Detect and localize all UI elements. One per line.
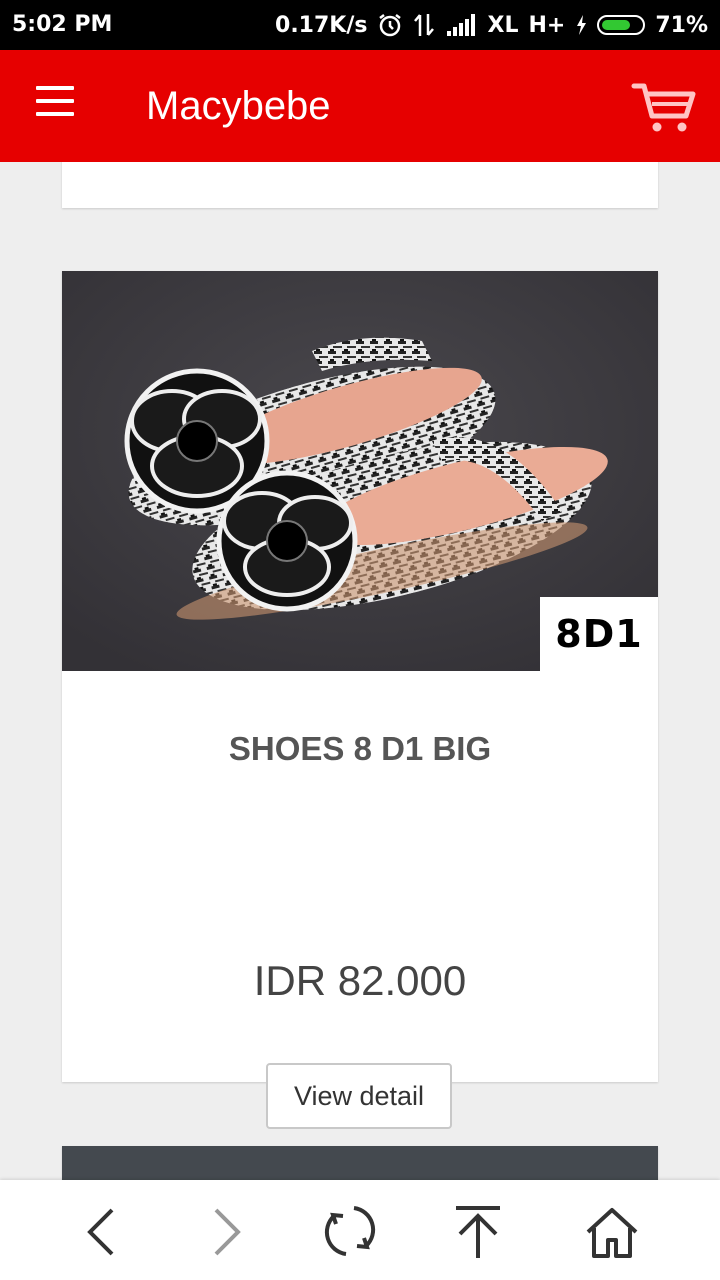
forward-icon[interactable] — [196, 1202, 256, 1262]
sku-label: 8D1 — [540, 597, 658, 671]
status-time: 5:02 PM — [12, 12, 113, 37]
menu-icon[interactable] — [32, 86, 80, 126]
charging-icon — [575, 14, 587, 36]
refresh-icon[interactable] — [320, 1202, 380, 1262]
app-bar: Macybebe — [0, 50, 720, 162]
back-icon[interactable] — [72, 1202, 132, 1262]
status-icons: 0.17K/s XL H+ 71% — [275, 12, 708, 38]
product-price: IDR 82.000 — [253, 957, 467, 1004]
signal-icon — [445, 13, 477, 37]
scroll-top-icon[interactable] — [448, 1202, 508, 1262]
cart-icon[interactable] — [630, 80, 700, 136]
product-image[interactable]: 8D1 — [62, 271, 658, 671]
app-title: Macybebe — [146, 84, 331, 128]
view-detail-button[interactable]: View detail — [266, 1063, 452, 1129]
product-list[interactable]: 8D1 SHOES 8 D1 BIG IDR 82.000 View detai… — [0, 162, 720, 1180]
battery-percent: 71% — [655, 12, 708, 38]
home-icon[interactable] — [582, 1202, 642, 1262]
status-bar: 5:02 PM 0.17K/s XL H+ 71% — [0, 0, 720, 50]
carrier-name: XL — [487, 12, 519, 38]
data-transfer-icon — [413, 12, 435, 38]
browser-nav-bar — [0, 1180, 720, 1280]
network-type: H+ — [528, 12, 566, 38]
net-speed: 0.17K/s — [275, 12, 368, 38]
product-card: 8D1 SHOES 8 D1 BIG IDR 82.000 View detai… — [62, 271, 658, 1129]
product-card-previous — [62, 162, 658, 208]
product-image — [62, 1146, 658, 1180]
product-card-next[interactable] — [62, 1146, 658, 1180]
alarm-icon — [377, 12, 403, 38]
battery-icon — [597, 15, 646, 35]
product-name: SHOES 8 D1 BIG — [228, 730, 492, 767]
